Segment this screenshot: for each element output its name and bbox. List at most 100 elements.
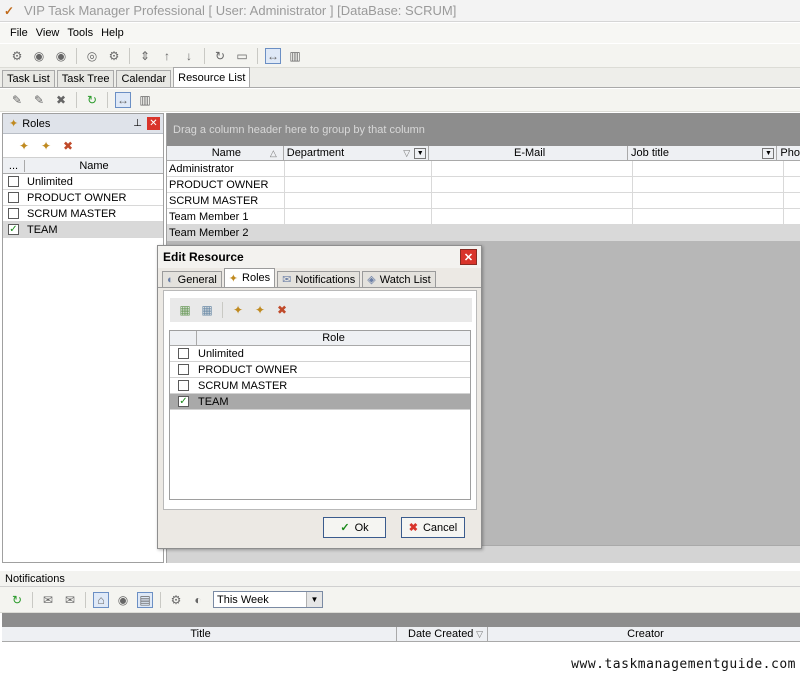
column-date-created[interactable]: Date Created ▽ [397, 627, 488, 641]
notifications-header: Notifications [0, 571, 800, 587]
main-toolbar: ⚙ ◉ ◉ ◎ ⚙ ⇕ ↑ ↓ ↻ ▭ ↔ ▥ [0, 44, 800, 68]
document-icon[interactable]: ▤ [137, 591, 153, 608]
menu-help[interactable]: Help [101, 27, 124, 39]
close-icon[interactable]: ✕ [460, 249, 477, 265]
dialog-tabs: ◐ General ✦ Roles ✉ Notifications ◈ Watc… [158, 268, 481, 288]
print-icon[interactable]: ▭ [234, 48, 250, 64]
tab-general[interactable]: ◐ General [162, 271, 222, 287]
resource-email [432, 209, 633, 224]
filter-icon[interactable]: ◎ [84, 48, 100, 64]
view-icon[interactable]: ◉ [115, 592, 131, 608]
notifications-icon: ✉ [282, 274, 292, 286]
tab-task-list[interactable]: Task List [2, 70, 55, 87]
menu-tools[interactable]: Tools [67, 27, 93, 39]
edit-role-icon[interactable]: ✦ [38, 138, 54, 154]
settings-icon[interactable]: ⚙ [168, 592, 184, 608]
column-email-label: E-Mail [514, 147, 546, 159]
list-item[interactable]: SCRUM MASTER [3, 206, 163, 222]
role-checkbox[interactable] [8, 208, 19, 219]
fit-columns-icon[interactable]: ↔ [115, 92, 131, 108]
role-column[interactable]: Role [197, 331, 470, 345]
tab-task-tree[interactable]: Task Tree [56, 70, 115, 87]
table-row[interactable]: PRODUCT OWNER [167, 177, 800, 193]
column-email[interactable]: E-Mail [429, 146, 629, 160]
menu-view[interactable]: View [36, 27, 60, 39]
delete-resource-icon[interactable]: ✖ [53, 92, 69, 108]
refresh-icon[interactable]: ↻ [9, 592, 25, 608]
role-checkbox-checked[interactable]: ✓ [178, 396, 189, 407]
filter-dropdown-icon[interactable]: ▼ [762, 147, 775, 159]
view-all-icon[interactable]: ◉ [53, 48, 69, 64]
role-checkbox[interactable] [178, 364, 189, 375]
table-row[interactable]: Team Member 1 [167, 209, 800, 225]
role-checkbox-checked[interactable]: ✓ [8, 224, 19, 235]
table-row[interactable]: SCRUM MASTER [167, 193, 800, 209]
add-role-icon[interactable]: ✦ [230, 302, 246, 318]
inbox-icon[interactable]: ⌂ [93, 591, 109, 608]
role-checkbox[interactable] [8, 192, 19, 203]
delete-role-icon[interactable]: ✖ [274, 302, 290, 318]
refresh-icon[interactable]: ↻ [212, 48, 228, 64]
tab-resource-list[interactable]: Resource List [173, 67, 251, 87]
pin-icon[interactable]: ⊥ [133, 118, 142, 129]
list-item[interactable]: Unlimited [3, 174, 163, 190]
group-by-hint[interactable]: Drag a column header here to group by th… [167, 113, 800, 146]
table-row[interactable]: Administrator [167, 161, 800, 177]
roles-name-column[interactable]: Name [25, 160, 163, 172]
general-icon: ◐ [167, 273, 174, 286]
notifications-toolbar: ↻ ✉ ✉ ⌂ ◉ ▤ ⚙ ◐ This Week ▼ [0, 587, 800, 613]
column-title[interactable]: Title [2, 627, 397, 641]
edit-resource-icon[interactable]: ✎ [31, 92, 47, 108]
add-role-icon[interactable]: ✦ [16, 138, 32, 154]
add-resource-icon[interactable]: ✎ [9, 92, 25, 108]
list-item[interactable]: PRODUCT OWNER [170, 362, 470, 378]
resource-phone [784, 225, 800, 240]
tab-calendar[interactable]: Calendar [116, 70, 172, 87]
tab-notifications[interactable]: ✉ Notifications [277, 271, 361, 287]
role-checkbox[interactable] [178, 348, 189, 359]
fit-columns-icon[interactable]: ↔ [265, 47, 281, 64]
list-item[interactable]: ✓ TEAM [3, 222, 163, 238]
close-icon[interactable]: ✕ [147, 117, 160, 130]
column-creator[interactable]: Creator [488, 627, 800, 641]
cancel-button[interactable]: ✖ Cancel [401, 517, 465, 538]
deselect-all-icon[interactable]: ▦ [199, 302, 215, 318]
menu-file[interactable]: File [10, 27, 28, 39]
ok-button[interactable]: ✓ Ok [323, 517, 386, 538]
mark-read-icon[interactable]: ✉ [40, 592, 56, 608]
columns-icon[interactable]: ▥ [137, 92, 153, 108]
list-item[interactable]: SCRUM MASTER [170, 378, 470, 394]
refresh-icon[interactable]: ↻ [84, 92, 100, 108]
role-checkbox[interactable] [8, 176, 19, 187]
new-task-icon[interactable]: ⚙ [9, 48, 25, 64]
delete-role-icon[interactable]: ✖ [60, 138, 76, 154]
cancel-label: Cancel [422, 521, 458, 534]
edit-role-icon[interactable]: ✦ [252, 302, 268, 318]
column-department[interactable]: Department ▽ ▼ [284, 146, 430, 160]
clear-icon[interactable]: ◐ [190, 592, 206, 608]
chevron-down-icon[interactable]: ▼ [306, 592, 322, 607]
list-item[interactable]: ✓ TEAM [170, 394, 470, 410]
move-up-icon[interactable]: ↑ [159, 48, 175, 64]
tab-roles[interactable]: ✦ Roles [223, 268, 276, 287]
move-down-icon[interactable]: ↓ [181, 48, 197, 64]
roles-select-column[interactable]: ... [3, 159, 25, 172]
role-checkbox[interactable] [178, 380, 189, 391]
filter-dropdown-icon[interactable]: ▼ [414, 147, 427, 159]
table-row[interactable]: Team Member 2 [167, 225, 800, 241]
mark-unread-icon[interactable]: ✉ [62, 592, 78, 608]
resource-grid-header: Name △ Department ▽ ▼ E-Mail Job title ▼… [167, 146, 800, 161]
list-item[interactable]: Unlimited [170, 346, 470, 362]
view-icon[interactable]: ◉ [31, 48, 47, 64]
column-job-title[interactable]: Job title ▼ [628, 146, 778, 160]
select-all-icon[interactable]: ▦ [177, 302, 193, 318]
sort-icon[interactable]: ⇕ [137, 48, 153, 64]
settings-icon[interactable]: ⚙ [106, 48, 122, 64]
period-select[interactable]: This Week ▼ [213, 591, 323, 608]
columns-icon[interactable]: ▥ [287, 48, 303, 64]
tab-watch-list[interactable]: ◈ Watch List [362, 271, 436, 287]
column-date-created-label: Date Created [408, 628, 474, 640]
column-phone[interactable]: Pho [777, 146, 800, 160]
column-name[interactable]: Name △ [167, 146, 284, 160]
list-item[interactable]: PRODUCT OWNER [3, 190, 163, 206]
